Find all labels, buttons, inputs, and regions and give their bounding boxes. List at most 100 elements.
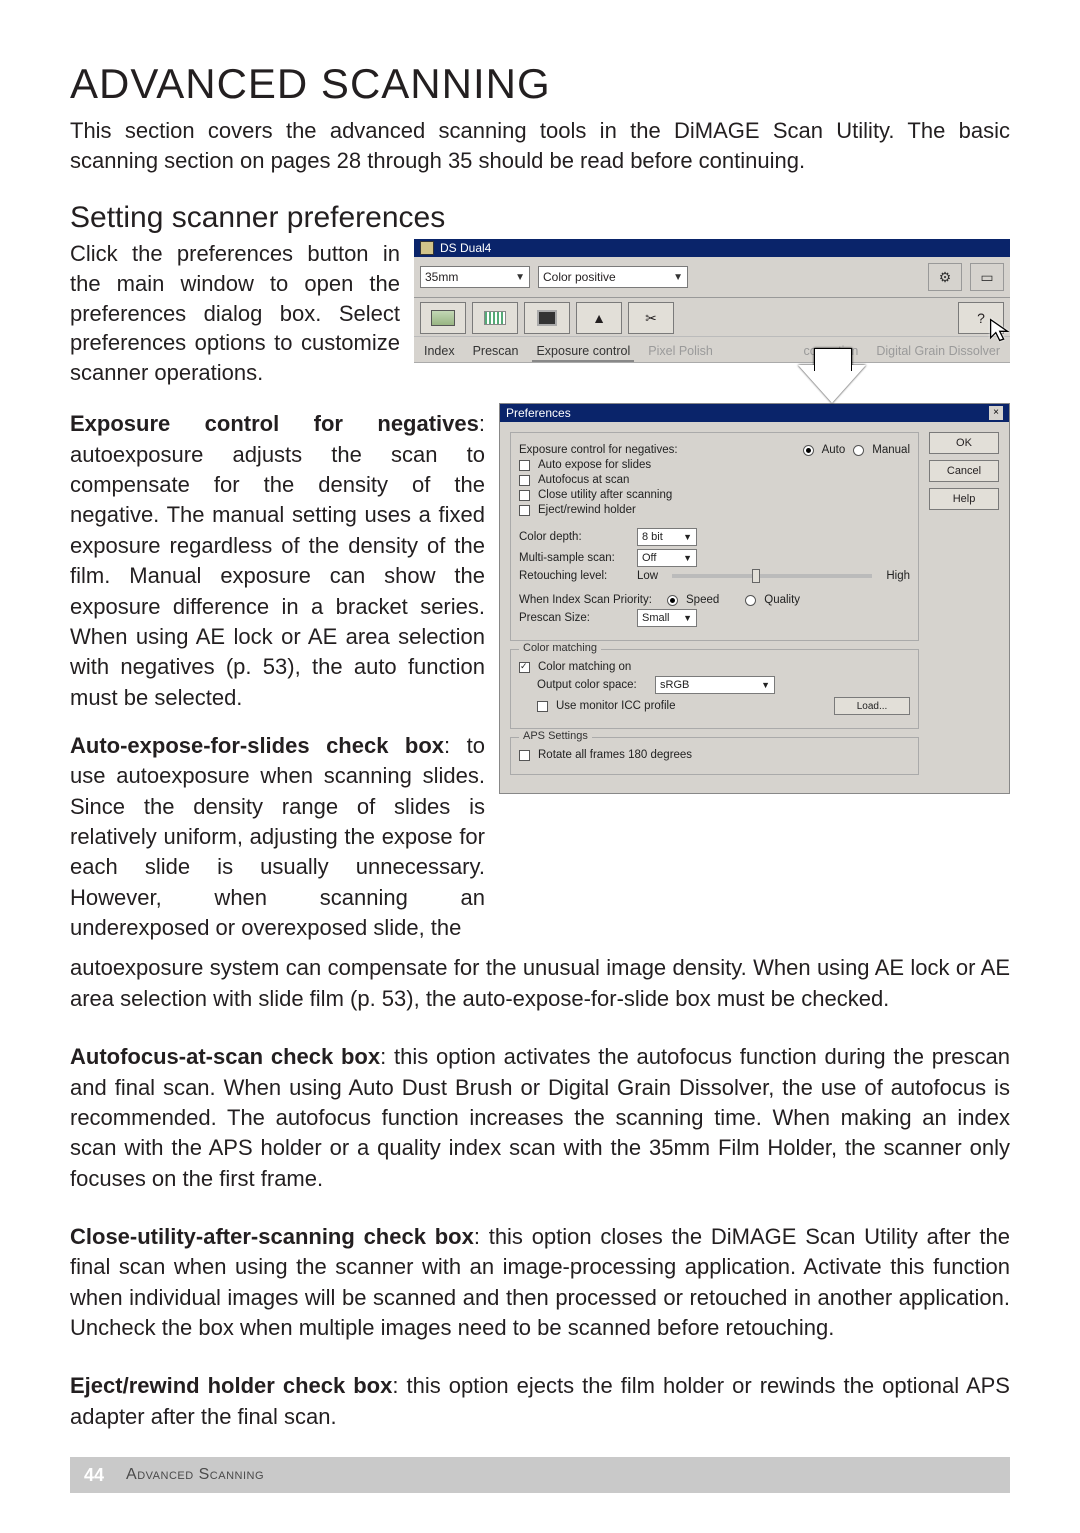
- preferences-titlebar: Preferences ×: [500, 404, 1009, 422]
- exposure-manual-radio[interactable]: [853, 445, 864, 456]
- intro-paragraph: This section covers the advanced scannin…: [70, 116, 1010, 175]
- chevron-down-icon: ▼: [683, 613, 692, 623]
- page-heading: ADVANCED SCANNING: [70, 60, 1010, 108]
- app-tabs: Index Prescan Exposure control Pixel Pol…: [414, 337, 1010, 363]
- ok-button[interactable]: OK: [929, 432, 999, 454]
- autofocus-at-scan-checkbox[interactable]: [519, 475, 530, 486]
- auto-expose-slides-paragraph: Auto-expose-for-slides check box: to use…: [70, 731, 485, 944]
- filmstrip-icon: [431, 310, 455, 326]
- film-format-value: 35mm: [425, 270, 458, 284]
- exposure-auto-radio[interactable]: [803, 445, 814, 456]
- tab-prescan[interactable]: Prescan: [469, 342, 523, 362]
- chevron-down-icon: ▼: [683, 553, 692, 563]
- tab-exposure-control[interactable]: Exposure control: [532, 342, 634, 362]
- output-color-space-label: Output color space:: [537, 679, 647, 691]
- cursor-icon: [988, 317, 1016, 345]
- app-toolbar: 35mm ▼ Color positive ▼ ⚙ ▭: [414, 257, 1010, 298]
- slide-icon: [537, 310, 557, 326]
- tab-index[interactable]: Index: [420, 342, 459, 362]
- index-quality-radio[interactable]: [745, 595, 756, 606]
- prescan-size-label: Prescan Size:: [519, 612, 629, 624]
- index-priority-label: When Index Scan Priority:: [519, 594, 659, 606]
- aps-settings-group: APS Settings Rotate all frames 180 degre…: [510, 737, 919, 775]
- exposure-paragraph: Exposure control for negatives: autoexpo…: [70, 409, 485, 713]
- help-icon: ?: [977, 310, 985, 326]
- click-preferences-text: Click the preferences button in the main…: [70, 239, 400, 403]
- film-type-value: Color positive: [543, 270, 616, 284]
- autofocus-at-scan-label: Autofocus at scan: [538, 474, 629, 486]
- output-color-space-select[interactable]: sRGB▼: [655, 676, 775, 694]
- app-titlebar: DS Dual4: [414, 239, 1010, 257]
- tab-digital-grain[interactable]: Digital Grain Dissolver: [872, 342, 1004, 362]
- app-window: DS Dual4 35mm ▼ Color positive ▼: [414, 239, 1010, 363]
- index-speed-radio[interactable]: [667, 595, 678, 606]
- index-scan-button[interactable]: [420, 302, 466, 334]
- chevron-down-icon: ▼: [673, 272, 683, 283]
- load-icc-button[interactable]: Load...: [834, 697, 910, 715]
- color-matching-group-label: Color matching: [519, 642, 601, 654]
- preferences-dialog: Preferences × Exposure control for negat…: [499, 403, 1010, 794]
- close-utility-label: Close utility after scanning: [538, 489, 672, 501]
- close-icon[interactable]: ×: [989, 406, 1003, 420]
- exposure-manual-label: Manual: [872, 444, 910, 456]
- retouching-slider[interactable]: [672, 574, 872, 578]
- index-quality-label: Quality: [764, 594, 800, 606]
- gear-icon: ⚙: [939, 269, 952, 286]
- chevron-down-icon: ▼: [683, 532, 692, 542]
- multi-sample-select[interactable]: Off▼: [637, 549, 697, 567]
- prescan-button[interactable]: [472, 302, 518, 334]
- general-group: Exposure control for negatives: Auto Man…: [510, 432, 919, 641]
- eject-button[interactable]: ▲: [576, 302, 622, 334]
- auto-expose-continued: autoexposure system can compensate for t…: [70, 953, 1010, 1014]
- color-matching-on-label: Color matching on: [538, 661, 631, 673]
- exposure-control-label: Exposure control for negatives:: [519, 444, 678, 456]
- aps-settings-label: APS Settings: [519, 730, 592, 742]
- scan-button[interactable]: ▭: [970, 263, 1004, 291]
- auto-expose-slides-checkbox[interactable]: [519, 460, 530, 471]
- prescan-size-select[interactable]: Small▼: [637, 609, 697, 627]
- use-monitor-icc-label: Use monitor ICC profile: [556, 700, 676, 712]
- use-monitor-icc-checkbox[interactable]: [537, 701, 548, 712]
- close-utility-checkbox[interactable]: [519, 490, 530, 501]
- help-button[interactable]: Help: [929, 488, 999, 510]
- scanner-icon: ▭: [980, 269, 993, 286]
- exposure-auto-label: Auto: [822, 444, 846, 456]
- rotate-all-frames-checkbox[interactable]: [519, 750, 530, 761]
- color-depth-select[interactable]: 8 bit▼: [637, 528, 697, 546]
- eject-rewind-checkbox[interactable]: [519, 505, 530, 516]
- preferences-button[interactable]: ⚙: [928, 263, 962, 291]
- section-heading: Setting scanner preferences: [70, 201, 1010, 235]
- rotate-all-frames-label: Rotate all frames 180 degrees: [538, 749, 692, 761]
- index-speed-label: Speed: [686, 594, 719, 606]
- retouching-high-label: High: [886, 570, 910, 582]
- retouching-low-label: Low: [637, 570, 658, 582]
- crop-button[interactable]: ✂: [628, 302, 674, 334]
- preferences-title: Preferences: [506, 406, 571, 420]
- page-number: 44: [84, 1465, 104, 1486]
- barcode-icon: [484, 311, 506, 325]
- close-utility-paragraph: Close-utility-after-scanning check box: …: [70, 1222, 1010, 1343]
- eject-icon: ▲: [592, 310, 606, 326]
- film-format-select[interactable]: 35mm ▼: [420, 266, 530, 288]
- color-matching-on-checkbox[interactable]: [519, 662, 530, 673]
- retouching-level-label: Retouching level:: [519, 570, 629, 582]
- auto-expose-slides-label: Auto expose for slides: [538, 459, 651, 471]
- eject-rewind-paragraph: Eject/rewind holder check box: this opti…: [70, 1371, 1010, 1432]
- app-iconrow: ▲ ✂ ?: [414, 298, 1010, 337]
- chevron-down-icon: ▼: [761, 680, 770, 690]
- film-type-select[interactable]: Color positive ▼: [538, 266, 688, 288]
- chevron-down-icon: ▼: [515, 272, 525, 283]
- scan-button-2[interactable]: [524, 302, 570, 334]
- footer-section: Advanced Scanning: [126, 1466, 264, 1484]
- autofocus-paragraph: Autofocus-at-scan check box: this option…: [70, 1042, 1010, 1194]
- cancel-button[interactable]: Cancel: [929, 460, 999, 482]
- multi-sample-label: Multi-sample scan:: [519, 552, 629, 564]
- eject-rewind-label: Eject/rewind holder: [538, 504, 636, 516]
- pointer-arrow: [654, 365, 1010, 403]
- page-footer: 44 Advanced Scanning: [70, 1457, 1010, 1493]
- app-logo-icon: [420, 241, 434, 255]
- tab-pixel-polish[interactable]: Pixel Polish: [644, 342, 717, 362]
- color-matching-group: Color matching Color matching on Output …: [510, 649, 919, 729]
- app-title: DS Dual4: [440, 241, 491, 255]
- color-depth-label: Color depth:: [519, 531, 629, 543]
